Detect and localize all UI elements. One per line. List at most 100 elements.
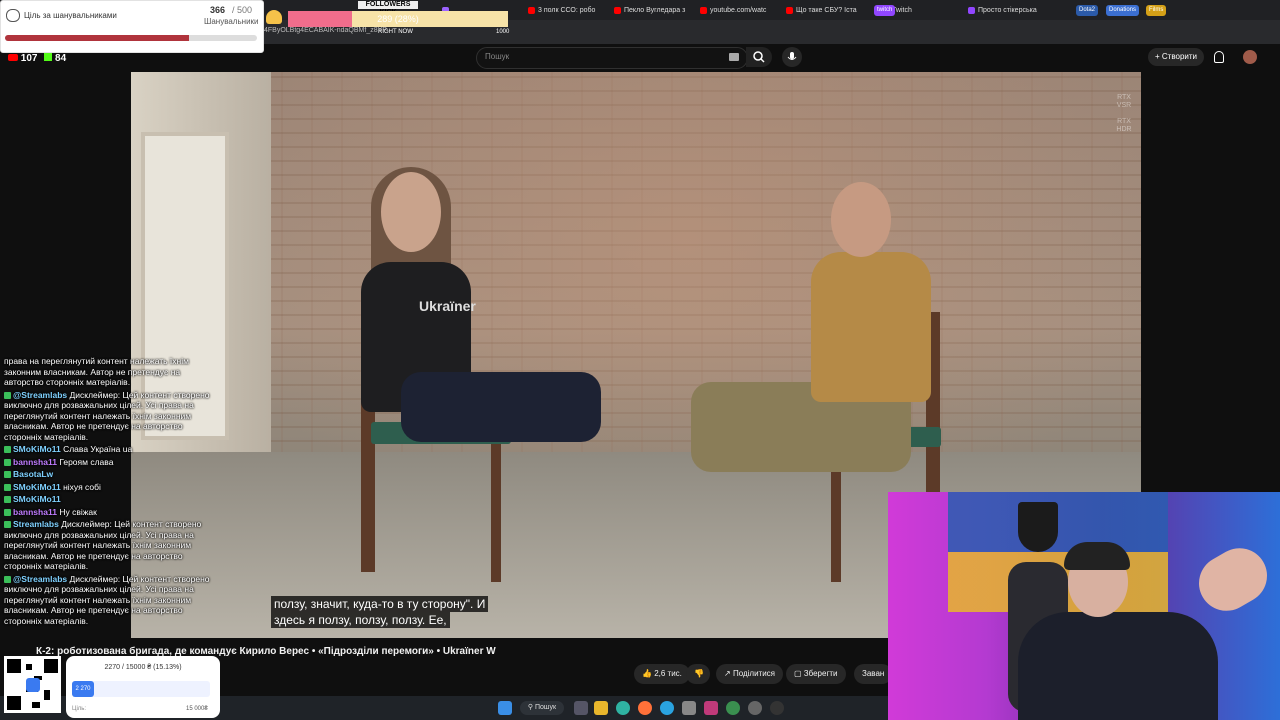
browser-tab[interactable]: Просто стікерська [966, 3, 1058, 18]
microphone-button[interactable] [782, 47, 802, 67]
obs-icon[interactable] [770, 701, 784, 715]
chat-username: @Streamlabs [13, 573, 68, 584]
followers-kick-title: FOLLOWERS KICK [358, 1, 418, 16]
webcam-person [1188, 538, 1278, 621]
viewer-counts: 107 84 [8, 53, 66, 64]
webcam-person [1018, 612, 1218, 720]
chat-message: права на переглянутий контент належать ї… [4, 356, 216, 388]
heart-icon [6, 9, 20, 22]
chat-username: bannsha11 [13, 506, 57, 517]
browser-tab[interactable]: 3 полк ССО: робо [526, 3, 618, 18]
browser-tab[interactable]: Пекло Вугледара з [612, 3, 704, 18]
chat-message: bannsha11 Ну свіжак [4, 507, 216, 518]
firefox-icon[interactable] [638, 701, 652, 715]
followers-kick-value: 289 (28%) [377, 14, 419, 24]
dislike-button[interactable]: 👎 [686, 664, 710, 684]
chat-badge-icon [4, 521, 11, 528]
donation-progress-fill: 2 270 [72, 681, 94, 697]
chat-message: @Streamlabs Дисклеймер: Цей контент ство… [4, 574, 216, 627]
rtx-badge: RTX VSR [1116, 94, 1132, 109]
tab-label: Просто стікерська [978, 7, 1037, 14]
scene-person [811, 252, 931, 402]
bookmark-pill[interactable]: Films [1146, 5, 1167, 16]
search-placeholder: Пошук [485, 52, 510, 61]
chat-message: Streamlabs Дисклеймер: Цей контент створ… [4, 519, 216, 572]
chat-text: Слава Україна ua [63, 444, 133, 454]
kick-viewers: 84 [55, 53, 67, 64]
tab-favicon-icon [528, 7, 535, 14]
chrome-icon[interactable] [726, 701, 740, 715]
create-label: Створити [1161, 52, 1197, 61]
webcam-emblem [1018, 502, 1058, 552]
chat-message: SMoKiMo11 ніхуя собі [4, 482, 216, 493]
taskbar-search[interactable]: ⚲ Пошук [520, 701, 564, 715]
download-button[interactable]: Заван [854, 664, 893, 684]
telegram-icon[interactable] [660, 701, 674, 715]
create-button[interactable]: + Створити [1148, 48, 1204, 66]
browser-tab[interactable]: Що таке СБУ? Іста [784, 3, 876, 18]
donation-logo-icon [26, 678, 40, 692]
goal-sublabel: Шанувальники [204, 17, 259, 26]
chat-message: SMoKiMo11 [4, 494, 216, 505]
scene-person [401, 372, 601, 442]
subtitle-line: здесь я ползу, ползу, ползу. Ее, [271, 612, 450, 628]
tab-favicon-icon [968, 7, 975, 14]
file-explorer-icon[interactable] [594, 701, 608, 715]
like-button[interactable]: 👍 2,6 тис. [634, 664, 690, 684]
goal-progress-fill [5, 35, 190, 41]
search-button[interactable] [746, 47, 772, 67]
app-icon[interactable] [682, 701, 696, 715]
like-count: 2,6 тис. [654, 669, 682, 678]
plus-icon: + [1154, 52, 1162, 61]
chat-badge-icon [4, 471, 11, 478]
chat-username: Streamlabs [13, 519, 59, 529]
chat-badge-icon [4, 446, 11, 453]
tab-list: 3 полк ССО: робо Пекло Вугледара з youtube… [440, 0, 1037, 20]
chat-badge-icon [4, 391, 11, 399]
followers-kick-now: RIGHT NOW [378, 29, 413, 35]
keyboard-icon[interactable] [729, 53, 739, 61]
goal-progress-bar [5, 35, 257, 41]
chat-text: Ну свіжак [59, 506, 97, 517]
avatar[interactable] [1243, 50, 1257, 64]
followers-kick-max: 1000 [496, 29, 510, 35]
rtx-badges: RTX VSR RTX HDR [1115, 94, 1133, 134]
settings-gear-icon[interactable] [748, 701, 762, 715]
rtx-badge: RTX HDR [1116, 118, 1132, 133]
task-view-icon[interactable] [574, 701, 588, 715]
chat-text: Героям слава [59, 456, 114, 467]
chat-username: @Streamlabs [13, 389, 68, 400]
bookmark-pill[interactable]: twitch [874, 5, 896, 16]
bookmark-pill[interactable]: Donations [1106, 5, 1140, 16]
chat-badge-icon [4, 458, 11, 466]
app-icon[interactable] [704, 701, 718, 715]
kick-icon [44, 53, 53, 61]
chat-username: SMoKiMo11 [13, 481, 61, 492]
chat-overlay: права на переглянутий контент належать ї… [4, 356, 216, 628]
search-icon [753, 51, 765, 63]
shirt-text: Ukraїner [419, 298, 476, 314]
chat-badge-icon [4, 575, 11, 583]
bookmark-icon: ▢ [794, 669, 804, 678]
notifications-bell-icon[interactable] [1214, 51, 1224, 63]
browser-tab[interactable]: youtube.com/watc [698, 3, 790, 18]
goal-total: / 500 [232, 5, 253, 15]
goal-label: Ціль за шанувальниками [24, 11, 117, 20]
edge-icon[interactable] [616, 701, 630, 715]
thumbs-up-icon: 👍 [642, 669, 655, 678]
search-input[interactable]: Пошук [476, 47, 748, 69]
bookmark-pill[interactable]: Dota2 [1076, 5, 1099, 16]
donation-qr-code [4, 656, 61, 713]
tab-favicon-icon [700, 7, 707, 14]
save-button[interactable]: ▢ Зберегти [786, 664, 846, 684]
share-button[interactable]: ↗ Поділитися [716, 664, 784, 684]
taskbar-search-label: Пошук [534, 704, 557, 711]
chat-message: @Streamlabs Дисклеймер: Цей контент ство… [4, 390, 216, 443]
webcam-person [1064, 542, 1130, 570]
windows-start-icon[interactable] [498, 701, 512, 715]
scene-chair [491, 432, 501, 582]
tab-label: 3 полк ССО: робо [538, 7, 596, 14]
chat-username: SMoKiMo11 [13, 444, 61, 454]
share-icon: ↗ [724, 669, 733, 678]
scene-person [831, 182, 891, 257]
